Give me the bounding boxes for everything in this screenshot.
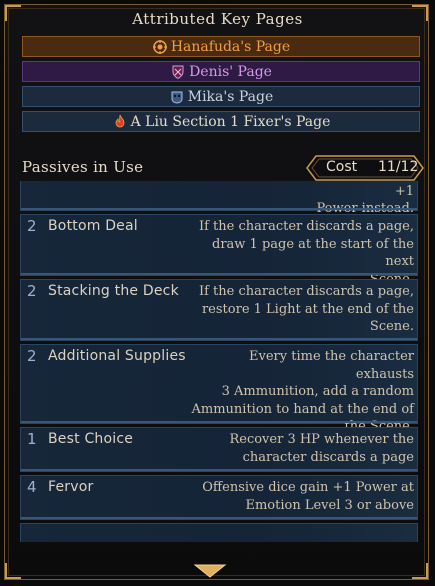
desc-line: Scene, an Offensive Dice gains +1: [394, 183, 414, 199]
attributed-key-pages-title: Attributed Key Pages: [132, 10, 303, 28]
shield-emblem-icon: [170, 64, 186, 80]
passive-description: If the character discards a page, draw 1…: [189, 218, 414, 288]
passive-row[interactable]: 2 Bottom Deal If the character discards …: [20, 214, 418, 287]
passive-description: If the character discards a page, restor…: [189, 283, 414, 336]
frame-corner: [5, 563, 21, 579]
key-page-mika[interactable]: Mika's Page: [22, 86, 420, 107]
passive-cost: 2: [27, 347, 37, 365]
passive-description: Scene, an Offensive Dice gains +1 Power …: [189, 181, 414, 218]
key-page-hanafuda[interactable]: Hanafuda's Page: [22, 36, 420, 57]
desc-line: If the character discards a page,: [198, 284, 414, 299]
passive-cost: 2: [27, 217, 37, 235]
desc-line: Recover 3 HP whenever the: [229, 432, 414, 447]
passive-cost: 2: [27, 282, 37, 300]
scroll-down-arrow-icon[interactable]: [193, 563, 227, 579]
passive-name: Best Choice: [48, 431, 134, 447]
desc-line: Emotion Level 3 or above: [245, 497, 414, 513]
passive-description: Offensive dice gain +1 Power at Emotion …: [199, 479, 414, 514]
key-page-name: Hanafuda's Page: [170, 38, 291, 55]
flame-emblem-icon: [112, 114, 128, 130]
passive-row[interactable]: 2 Additional Supplies Every time the cha…: [20, 344, 418, 434]
passive-list[interactable]: Scene, an Offensive Dice gains +1 Power …: [20, 181, 420, 542]
key-page-denis[interactable]: Denis' Page: [22, 61, 420, 82]
desc-line: Scene.: [369, 319, 414, 334]
passive-row-partial[interactable]: Scene, an Offensive Dice gains +1 Power …: [20, 181, 418, 216]
passives-in-use-title: Passives in Use: [22, 158, 144, 176]
key-page-name: Denis' Page: [189, 63, 272, 80]
desc-line: Every time the character exhausts: [249, 349, 414, 382]
passive-row[interactable]: 2 Stacking the Deck If the character dis…: [20, 279, 418, 341]
desc-line: If the character discards a page,: [198, 219, 414, 234]
desc-line: Ammunition to hand at the end of: [191, 401, 414, 417]
frame-corner: [412, 563, 428, 579]
cost-value: 11/12: [378, 159, 419, 175]
desc-line: character discards a page: [242, 449, 414, 465]
passive-description: Every time the character exhausts 3 Ammu…: [189, 348, 414, 436]
desc-line: 3 Ammunition, add a random: [221, 384, 414, 399]
key-page-name: Mika's Page: [187, 88, 274, 105]
passive-name: Fervor: [48, 479, 94, 495]
passive-cost: 1: [27, 430, 37, 448]
hanafuda-emblem-icon: [152, 39, 168, 55]
desc-line: draw 1 page at the start of the next: [212, 236, 414, 270]
passive-name: Bottom Deal: [48, 218, 138, 234]
mask-emblem-icon: [169, 89, 185, 105]
passive-row[interactable]: 4 Fervor Offensive dice gain +1 Power at…: [20, 475, 418, 520]
cost-badge: Cost 11/12: [306, 155, 424, 181]
desc-line: Offensive dice gain +1 Power at: [202, 480, 414, 495]
cost-label: Cost: [326, 159, 358, 175]
passive-name: Additional Supplies: [48, 348, 186, 364]
passive-cost: 4: [27, 478, 37, 496]
key-page-liu-fixer[interactable]: A Liu Section 1 Fixer's Page: [22, 111, 420, 132]
desc-line: restore 1 Light at the end of the: [201, 301, 414, 317]
passive-description: Recover 3 HP whenever the character disc…: [199, 431, 414, 466]
passive-row-empty[interactable]: [20, 523, 418, 542]
key-page-name: A Liu Section 1 Fixer's Page: [130, 113, 331, 130]
passive-name: Stacking the Deck: [48, 283, 179, 299]
passive-row[interactable]: 1 Best Choice Recover 3 HP whenever the …: [20, 427, 418, 472]
